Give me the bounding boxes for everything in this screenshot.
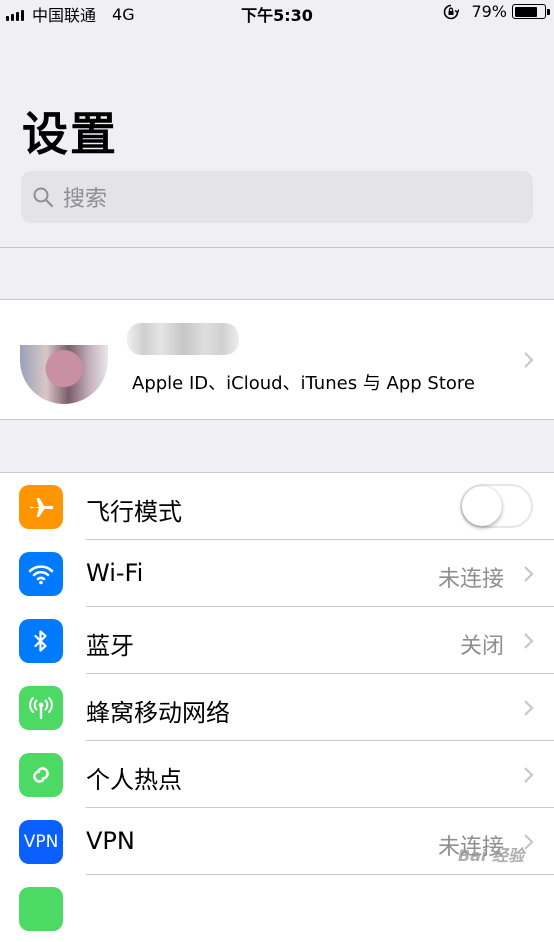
chevron-right-icon: [524, 767, 534, 783]
profile-subtitle: Apple ID、iCloud、iTunes 与 App Store: [132, 373, 475, 394]
airplane-icon: [19, 485, 63, 529]
search-icon: [33, 187, 54, 208]
wifi-icon: [19, 552, 63, 596]
next-row-partial[interactable]: [0, 875, 554, 942]
chevron-right-icon: [524, 834, 534, 850]
settings-list: 飞行模式 Wi-Fi 未连接 蓝牙 关闭 蜂窝移动网络 个人热点 VPN VPN…: [0, 472, 554, 942]
search-field[interactable]: 搜索: [21, 171, 533, 223]
bluetooth-label: 蓝牙: [86, 632, 134, 660]
page-title: 设置: [22, 107, 118, 161]
wifi-status: 未连接: [437, 567, 504, 592]
personal-hotspot-row[interactable]: 个人热点: [0, 741, 554, 808]
bluetooth-status: 关闭: [459, 634, 504, 659]
bluetooth-icon: [19, 619, 63, 663]
personal-hotspot-label: 个人热点: [86, 766, 182, 794]
cellular-icon: [19, 686, 63, 730]
search-placeholder: 搜索: [63, 187, 108, 212]
chevron-right-icon: [524, 633, 534, 649]
hotspot-icon: [19, 753, 63, 797]
status-bar: 中国联通 4G 下午5:30 79%: [0, 0, 554, 25]
cellular-label: 蜂窝移动网络: [86, 699, 230, 727]
vpn-label: VPN: [86, 827, 135, 855]
battery-icon: [512, 4, 550, 19]
airplane-mode-label: 飞行模式: [86, 498, 182, 526]
chevron-right-icon: [524, 352, 534, 368]
vpn-icon: VPN: [19, 820, 63, 864]
divider: [0, 247, 554, 248]
apple-id-profile-row[interactable]: Apple ID、iCloud、iTunes 与 App Store: [0, 299, 554, 420]
wifi-row[interactable]: Wi-Fi 未连接: [0, 540, 554, 607]
app-icon: [19, 887, 63, 931]
wifi-label: Wi-Fi: [86, 559, 144, 587]
bluetooth-row[interactable]: 蓝牙 关闭: [0, 607, 554, 674]
blurred-account-name: [127, 323, 239, 355]
airplane-mode-toggle[interactable]: [460, 484, 533, 528]
watermark: Bai 经验: [457, 846, 524, 865]
avatar: [20, 345, 108, 404]
chevron-right-icon: [524, 700, 534, 716]
airplane-mode-row: 飞行模式: [0, 473, 554, 540]
battery-percentage: 79%: [471, 2, 507, 21]
cellular-row[interactable]: 蜂窝移动网络: [0, 674, 554, 741]
chevron-right-icon: [524, 566, 534, 582]
rotation-lock-icon: [444, 4, 460, 19]
